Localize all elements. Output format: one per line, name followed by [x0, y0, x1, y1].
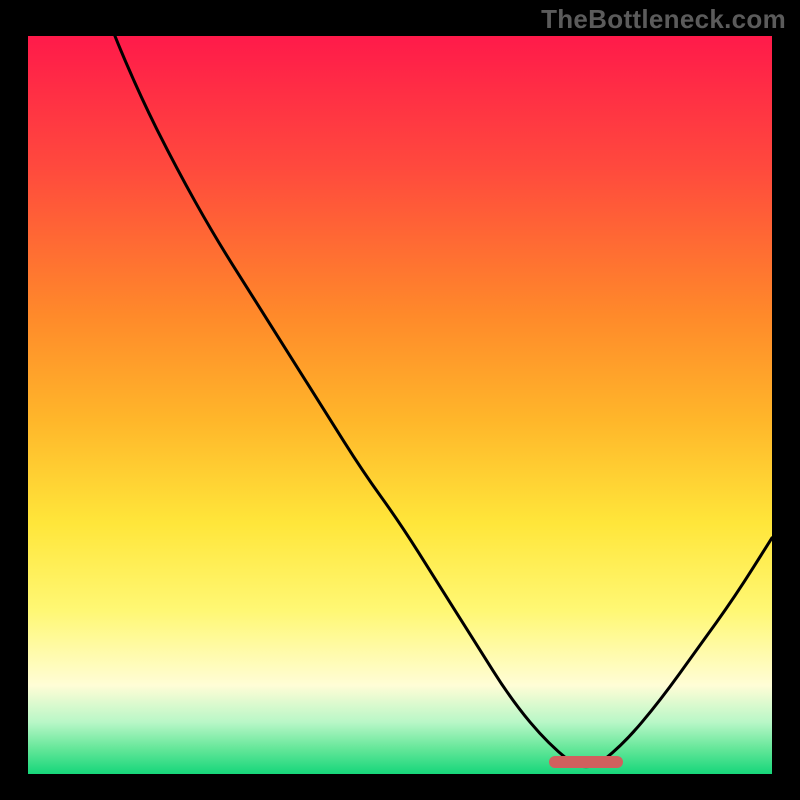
plot-area	[28, 36, 772, 774]
watermark-text: TheBottleneck.com	[541, 4, 786, 35]
optimal-range-marker	[549, 756, 623, 768]
bottleneck-curve	[28, 36, 772, 774]
curve-path	[28, 36, 772, 767]
chart-frame: TheBottleneck.com	[0, 0, 800, 800]
